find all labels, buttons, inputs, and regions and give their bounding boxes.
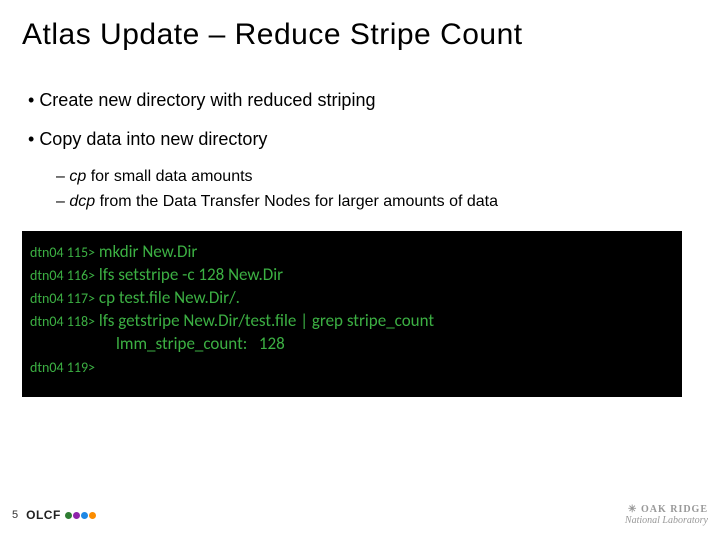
prompt-3: dtn04 117> [30, 290, 95, 307]
prompt-4: dtn04 118> [30, 313, 95, 330]
footer-left: 5 OLCF [12, 508, 96, 522]
terminal-line-4: dtn04 118> lfs getstripe New.Dir/test.fi… [30, 310, 674, 333]
cmd-1: mkdir New.Dir [95, 241, 197, 262]
cmd-4: lfs getstripe New.Dir/test.file | grep s… [95, 310, 434, 331]
dot-icon [65, 512, 72, 519]
cmd-2: lfs setstripe -c 128 New.Dir [95, 264, 283, 285]
page-number: 5 [12, 509, 18, 521]
dot-icon [81, 512, 88, 519]
dot-icon [73, 512, 80, 519]
ornl-logo: OAK RIDGE National Laboratory [625, 504, 708, 526]
terminal-line-5: dtn04 119> [30, 356, 674, 379]
terminal-line-2: dtn04 116> lfs setstripe -c 128 New.Dir [30, 264, 674, 287]
sub-bullet-1-em: cp [69, 168, 86, 185]
prompt-1: dtn04 115> [30, 244, 95, 261]
slide: Atlas Update – Reduce Stripe Count Creat… [0, 0, 720, 540]
ornl-top: OAK RIDGE [625, 504, 708, 515]
prompt-2: dtn04 116> [30, 267, 95, 284]
sub-bullet-2: dcp from the Data Transfer Nodes for lar… [56, 191, 698, 213]
sub-bullet-1-text: for small data amounts [86, 168, 252, 185]
bullet-1: Create new directory with reduced stripi… [28, 88, 698, 113]
slide-title: Atlas Update – Reduce Stripe Count [22, 18, 698, 52]
terminal-output: lmm_stripe_count: 128 [30, 333, 674, 356]
terminal-line-3: dtn04 117> cp test.file New.Dir/. [30, 287, 674, 310]
prompt-5: dtn04 119> [30, 359, 95, 376]
olcf-text: OLCF [26, 508, 61, 522]
cmd-3: cp test.file New.Dir/. [95, 287, 240, 308]
sub-bullet-2-text: from the Data Transfer Nodes for larger … [95, 193, 498, 210]
terminal-block: dtn04 115> mkdir New.Dir dtn04 116> lfs … [22, 231, 682, 397]
bullet-list: Create new directory with reduced stripi… [28, 88, 698, 213]
sub-list: cp for small data amounts dcp from the D… [56, 166, 698, 213]
terminal-line-1: dtn04 115> mkdir New.Dir [30, 241, 674, 264]
dot-icon [89, 512, 96, 519]
olcf-logo: OLCF [26, 508, 96, 522]
slide-footer: 5 OLCF OAK RIDGE National Laboratory [12, 504, 708, 526]
bullet-2: Copy data into new directory [28, 127, 698, 152]
sub-bullet-1: cp for small data amounts [56, 166, 698, 188]
sub-bullet-2-em: dcp [69, 193, 95, 210]
ornl-bottom: National Laboratory [625, 515, 708, 526]
